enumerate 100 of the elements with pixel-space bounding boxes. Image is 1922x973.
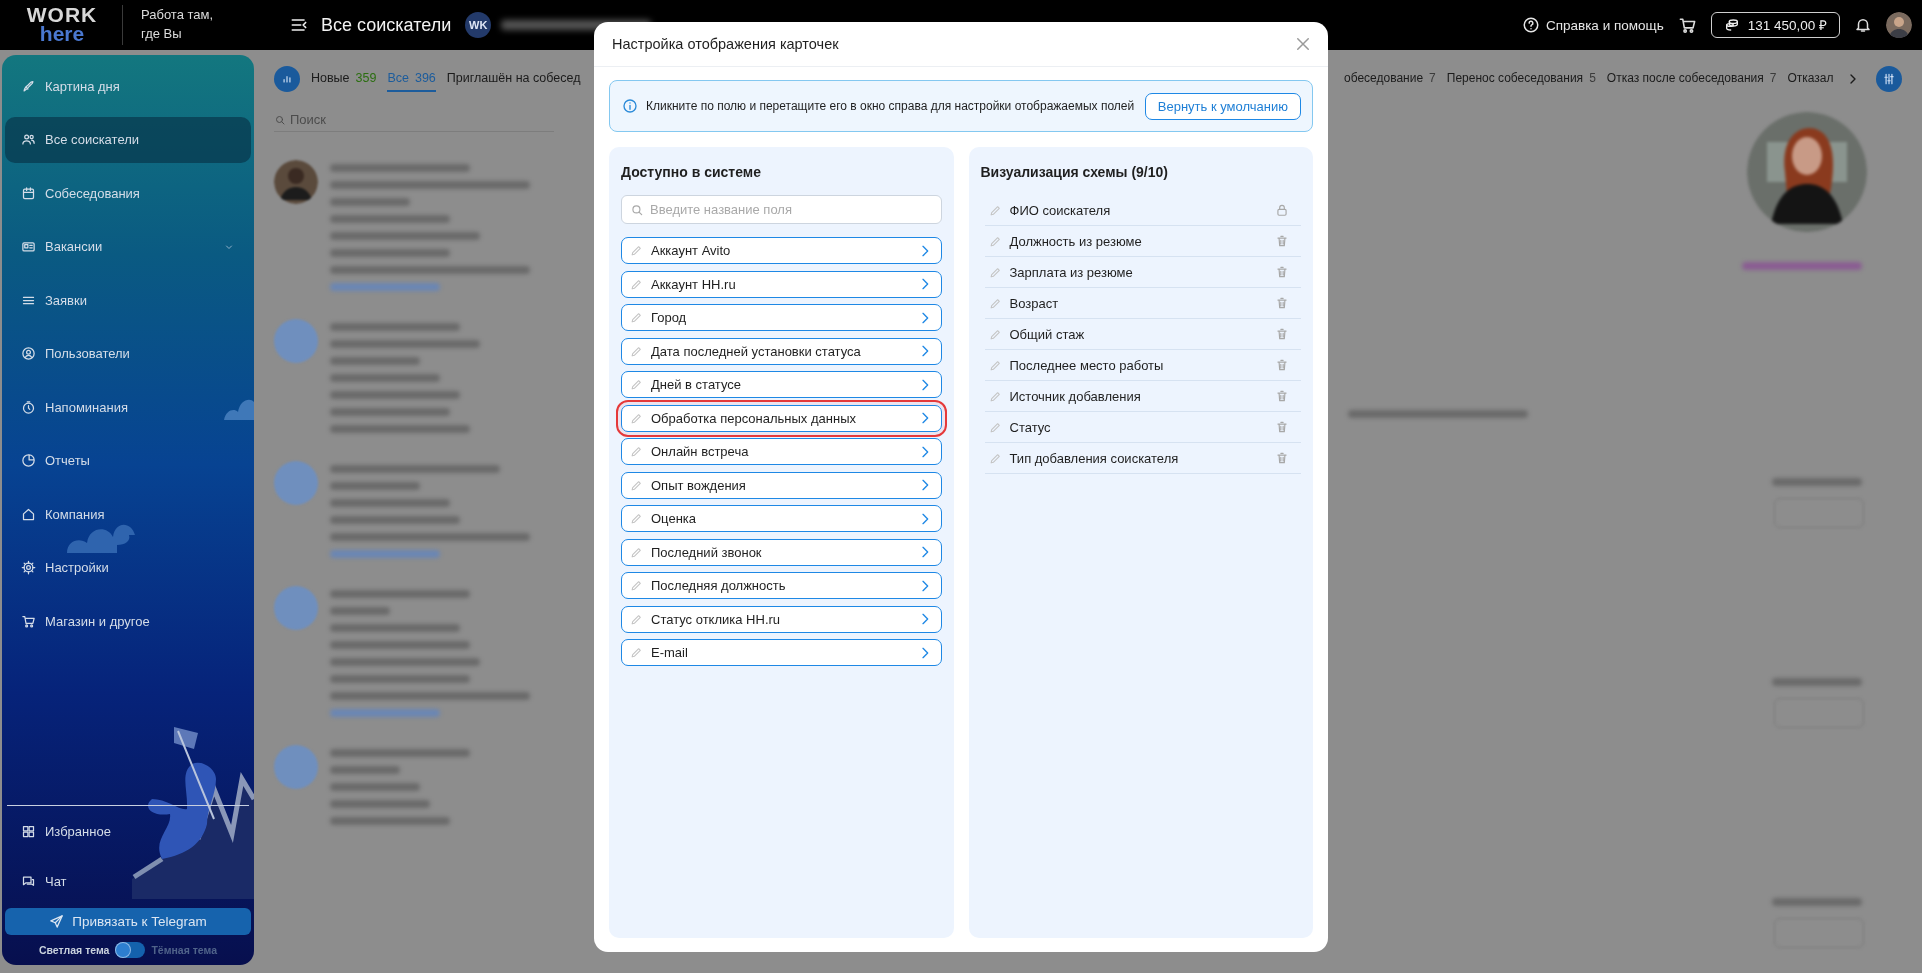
field-chip[interactable]: Последняя должность — [621, 572, 942, 599]
field-chip[interactable]: Статус отклика HH.ru — [621, 605, 942, 633]
bell-icon[interactable] — [1854, 16, 1872, 34]
trash-icon[interactable] — [1275, 296, 1289, 310]
telegram-button[interactable]: Привязать к Telegram — [5, 908, 251, 935]
search-icon — [274, 113, 286, 126]
pencil-icon — [630, 244, 643, 257]
field-label: Возраст — [1009, 295, 1059, 311]
page-title: Все соискатели — [321, 14, 452, 36]
lock-icon — [1275, 203, 1289, 217]
panel-title: Визуализация схемы (9/10) — [980, 163, 1169, 182]
pencil-icon — [630, 411, 643, 425]
sliders-icon[interactable] — [1881, 72, 1896, 86]
field-label: Должность из резюме — [1009, 233, 1142, 249]
field-chip[interactable]: Оценка — [621, 505, 942, 532]
pencil-icon — [988, 234, 1002, 248]
balance-button[interactable]: 131 450,00 ₽ — [1710, 12, 1840, 38]
scheme-field[interactable]: Общий стаж — [984, 319, 1301, 350]
trash-icon[interactable] — [1275, 265, 1289, 279]
id-card-icon — [21, 239, 36, 254]
cart-icon[interactable] — [1677, 15, 1697, 35]
field-chip[interactable]: Аккаунт Avito — [621, 237, 942, 264]
panel-title: Доступно в системе — [621, 163, 762, 182]
trash-icon[interactable] — [1275, 389, 1289, 403]
theme-label: Тёмная тема — [151, 944, 217, 956]
pencil-icon — [988, 420, 1002, 434]
field-label: Источник добавления — [1009, 388, 1141, 404]
sidebar-item[interactable]: Собеседования — [5, 170, 251, 216]
field-chip[interactable]: Аккаунт HH.ru — [621, 270, 942, 298]
sidebar-item[interactable]: Заявки — [5, 277, 251, 323]
sidebar-item[interactable]: Картина дня — [5, 63, 251, 109]
people-icon — [21, 132, 36, 147]
trash-icon[interactable] — [1275, 358, 1289, 372]
pencil-icon — [988, 389, 1002, 403]
pencil-icon — [630, 579, 643, 592]
status-tab[interactable]: Новые 359 — [311, 66, 377, 92]
scheme-field[interactable]: Возраст — [984, 288, 1301, 319]
avatar — [274, 461, 318, 505]
pencil-icon — [630, 512, 643, 525]
pencil-icon — [630, 612, 643, 626]
user-avatar[interactable] — [1886, 12, 1912, 38]
logo[interactable]: WORK here — [0, 6, 110, 44]
scheme-field[interactable]: Последнее место работы — [984, 350, 1301, 381]
sidebar-item[interactable]: Избранное — [5, 808, 251, 854]
pencil-icon — [630, 277, 643, 291]
theme-label: Светлая тема — [38, 944, 110, 956]
status-tab[interactable]: Приглашён на собесед — [446, 66, 581, 92]
home-icon — [21, 506, 36, 522]
field-chip[interactable]: Онлайн встреча — [621, 438, 942, 465]
pie-chart-icon — [21, 453, 36, 468]
scheme-field[interactable]: Статус — [984, 412, 1301, 443]
help-link[interactable]: Справка и помощь — [1521, 16, 1664, 34]
reset-button[interactable]: Вернуть к умолчанию — [1144, 92, 1301, 120]
pencil-icon — [988, 451, 1002, 465]
cart-icon — [21, 613, 36, 629]
sidebar-item[interactable]: Настройки — [5, 544, 251, 591]
status-tab[interactable]: Отказал — [1787, 66, 1834, 92]
grid-icon — [21, 823, 36, 839]
trash-icon[interactable] — [1275, 420, 1289, 434]
status-tab[interactable]: Перенос собеседования 5 — [1446, 66, 1596, 92]
pencil-icon — [988, 327, 1002, 341]
pencil-icon — [630, 311, 643, 324]
field-chip[interactable]: Город — [621, 304, 942, 331]
sidebar-item[interactable]: Чат — [5, 858, 251, 904]
sidebar-item[interactable]: Напоминания — [5, 384, 251, 430]
trash-icon[interactable] — [1275, 327, 1289, 341]
sidebar-item[interactable]: Магазин и другое — [5, 598, 251, 644]
pencil-icon — [988, 265, 1002, 279]
theme-toggle[interactable] — [115, 942, 146, 958]
sidebar-item[interactable]: Отчеты — [5, 437, 251, 484]
scheme-field[interactable]: Тип добавления соискателя — [984, 443, 1301, 474]
dialog-title: Настройка отображения карточек — [612, 36, 839, 52]
close-button[interactable] — [1294, 35, 1312, 53]
field-chip[interactable]: Дней в статусе — [621, 371, 942, 398]
blurred-text — [330, 766, 400, 774]
paper-plane-icon — [49, 914, 65, 929]
scheme-field[interactable]: Зарплата из резюме — [984, 257, 1301, 288]
scheme-field[interactable]: Источник добавления — [984, 381, 1301, 412]
scheme-field[interactable]: Должность из резюме — [984, 226, 1301, 257]
sidebar-item[interactable]: Пользователи — [5, 330, 251, 377]
field-chip[interactable]: Дата последней установки статуса — [621, 337, 942, 365]
avatar — [274, 319, 318, 363]
field-label: Зарплата из резюме — [1009, 264, 1133, 280]
timer-icon — [21, 399, 36, 415]
field-label: ФИО соискателя — [1009, 202, 1111, 218]
sidebar-item[interactable]: Все соискатели — [5, 116, 251, 163]
scheme-field[interactable]: ФИО соискателя — [984, 195, 1301, 226]
company-avatar[interactable]: WK — [465, 12, 492, 38]
field-chip[interactable]: Опыт вождения — [621, 471, 942, 499]
status-tab[interactable]: Отказ после собеседования 7 — [1606, 66, 1777, 92]
sidebar-item[interactable]: Вакансии — [5, 223, 251, 270]
trash-icon[interactable] — [1275, 234, 1289, 248]
trash-icon[interactable] — [1275, 451, 1289, 465]
avatar — [274, 586, 318, 630]
status-tab[interactable]: обеседование 7 — [1344, 66, 1436, 92]
field-chip[interactable]: E-mail — [621, 639, 942, 666]
sidebar-item[interactable]: Компания — [5, 491, 251, 537]
blurred-text — [330, 607, 390, 615]
field-chip[interactable]: Последний звонок — [621, 538, 942, 566]
pencil-icon — [630, 378, 643, 391]
